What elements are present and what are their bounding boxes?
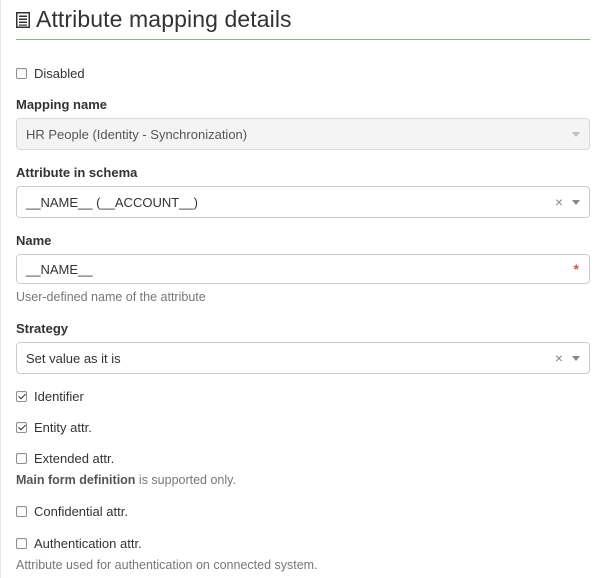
disabled-checkbox-row[interactable]: Disabled <box>16 66 85 81</box>
extended-attr-help-bold: Main form definition <box>16 473 136 487</box>
entity-attr-checkbox[interactable] <box>16 422 27 433</box>
mapping-name-value: HR People (Identity - Synchronization) <box>26 126 248 142</box>
left-border <box>0 0 1 578</box>
name-input[interactable]: __NAME__ * <box>16 254 590 284</box>
name-label: Name <box>16 233 52 248</box>
disabled-label: Disabled <box>34 66 85 81</box>
attribute-in-schema-select[interactable]: __NAME__ (__ACCOUNT__) × <box>16 186 590 218</box>
page-title: Attribute mapping details <box>36 6 292 32</box>
confidential-attr-label: Confidential attr. <box>34 504 128 519</box>
name-value: __NAME__ <box>26 261 93 277</box>
authentication-attr-label: Authentication attr. <box>34 536 142 551</box>
disabled-checkbox[interactable] <box>16 68 27 79</box>
document-list-icon <box>16 11 30 28</box>
extended-attr-checkbox[interactable] <box>16 453 27 464</box>
identifier-label: Identifier <box>34 389 84 404</box>
extended-attr-help-text: Main form definition is supported only. <box>16 473 236 487</box>
extended-attr-label: Extended attr. <box>34 451 115 466</box>
extended-attr-checkbox-row[interactable]: Extended attr. <box>16 451 114 466</box>
authentication-attr-checkbox-row[interactable]: Authentication attr. <box>16 536 142 551</box>
chevron-down-icon <box>572 131 580 137</box>
authentication-attr-help-text: Attribute used for authentication on con… <box>16 558 318 572</box>
chevron-down-icon[interactable] <box>572 199 580 205</box>
strategy-value: Set value as it is <box>26 350 121 366</box>
identifier-checkbox-row[interactable]: Identifier <box>16 389 84 404</box>
authentication-attr-checkbox[interactable] <box>16 538 27 549</box>
entity-attr-label: Entity attr. <box>34 420 92 435</box>
attribute-in-schema-value: __NAME__ (__ACCOUNT__) <box>26 194 198 210</box>
strategy-select[interactable]: Set value as it is × <box>16 342 590 374</box>
required-marker: * <box>573 261 579 277</box>
attribute-in-schema-label: Attribute in schema <box>16 165 138 180</box>
panel-header: Attribute mapping details <box>16 0 590 40</box>
clear-icon[interactable]: × <box>552 350 566 366</box>
extended-attr-help-rest: is supported only. <box>135 473 236 487</box>
confidential-attr-checkbox-row[interactable]: Confidential attr. <box>16 504 128 519</box>
mapping-name-select: HR People (Identity - Synchronization) <box>16 118 590 150</box>
attribute-mapping-panel: Attribute mapping details Disabled Mappi… <box>16 0 590 572</box>
identifier-checkbox[interactable] <box>16 391 27 402</box>
chevron-down-icon[interactable] <box>572 355 580 361</box>
confidential-attr-checkbox[interactable] <box>16 506 27 517</box>
mapping-name-label: Mapping name <box>16 97 108 112</box>
clear-icon[interactable]: × <box>552 194 566 210</box>
entity-attr-checkbox-row[interactable]: Entity attr. <box>16 420 92 435</box>
name-help-text: User-defined name of the attribute <box>16 290 206 304</box>
strategy-label: Strategy <box>16 321 69 336</box>
